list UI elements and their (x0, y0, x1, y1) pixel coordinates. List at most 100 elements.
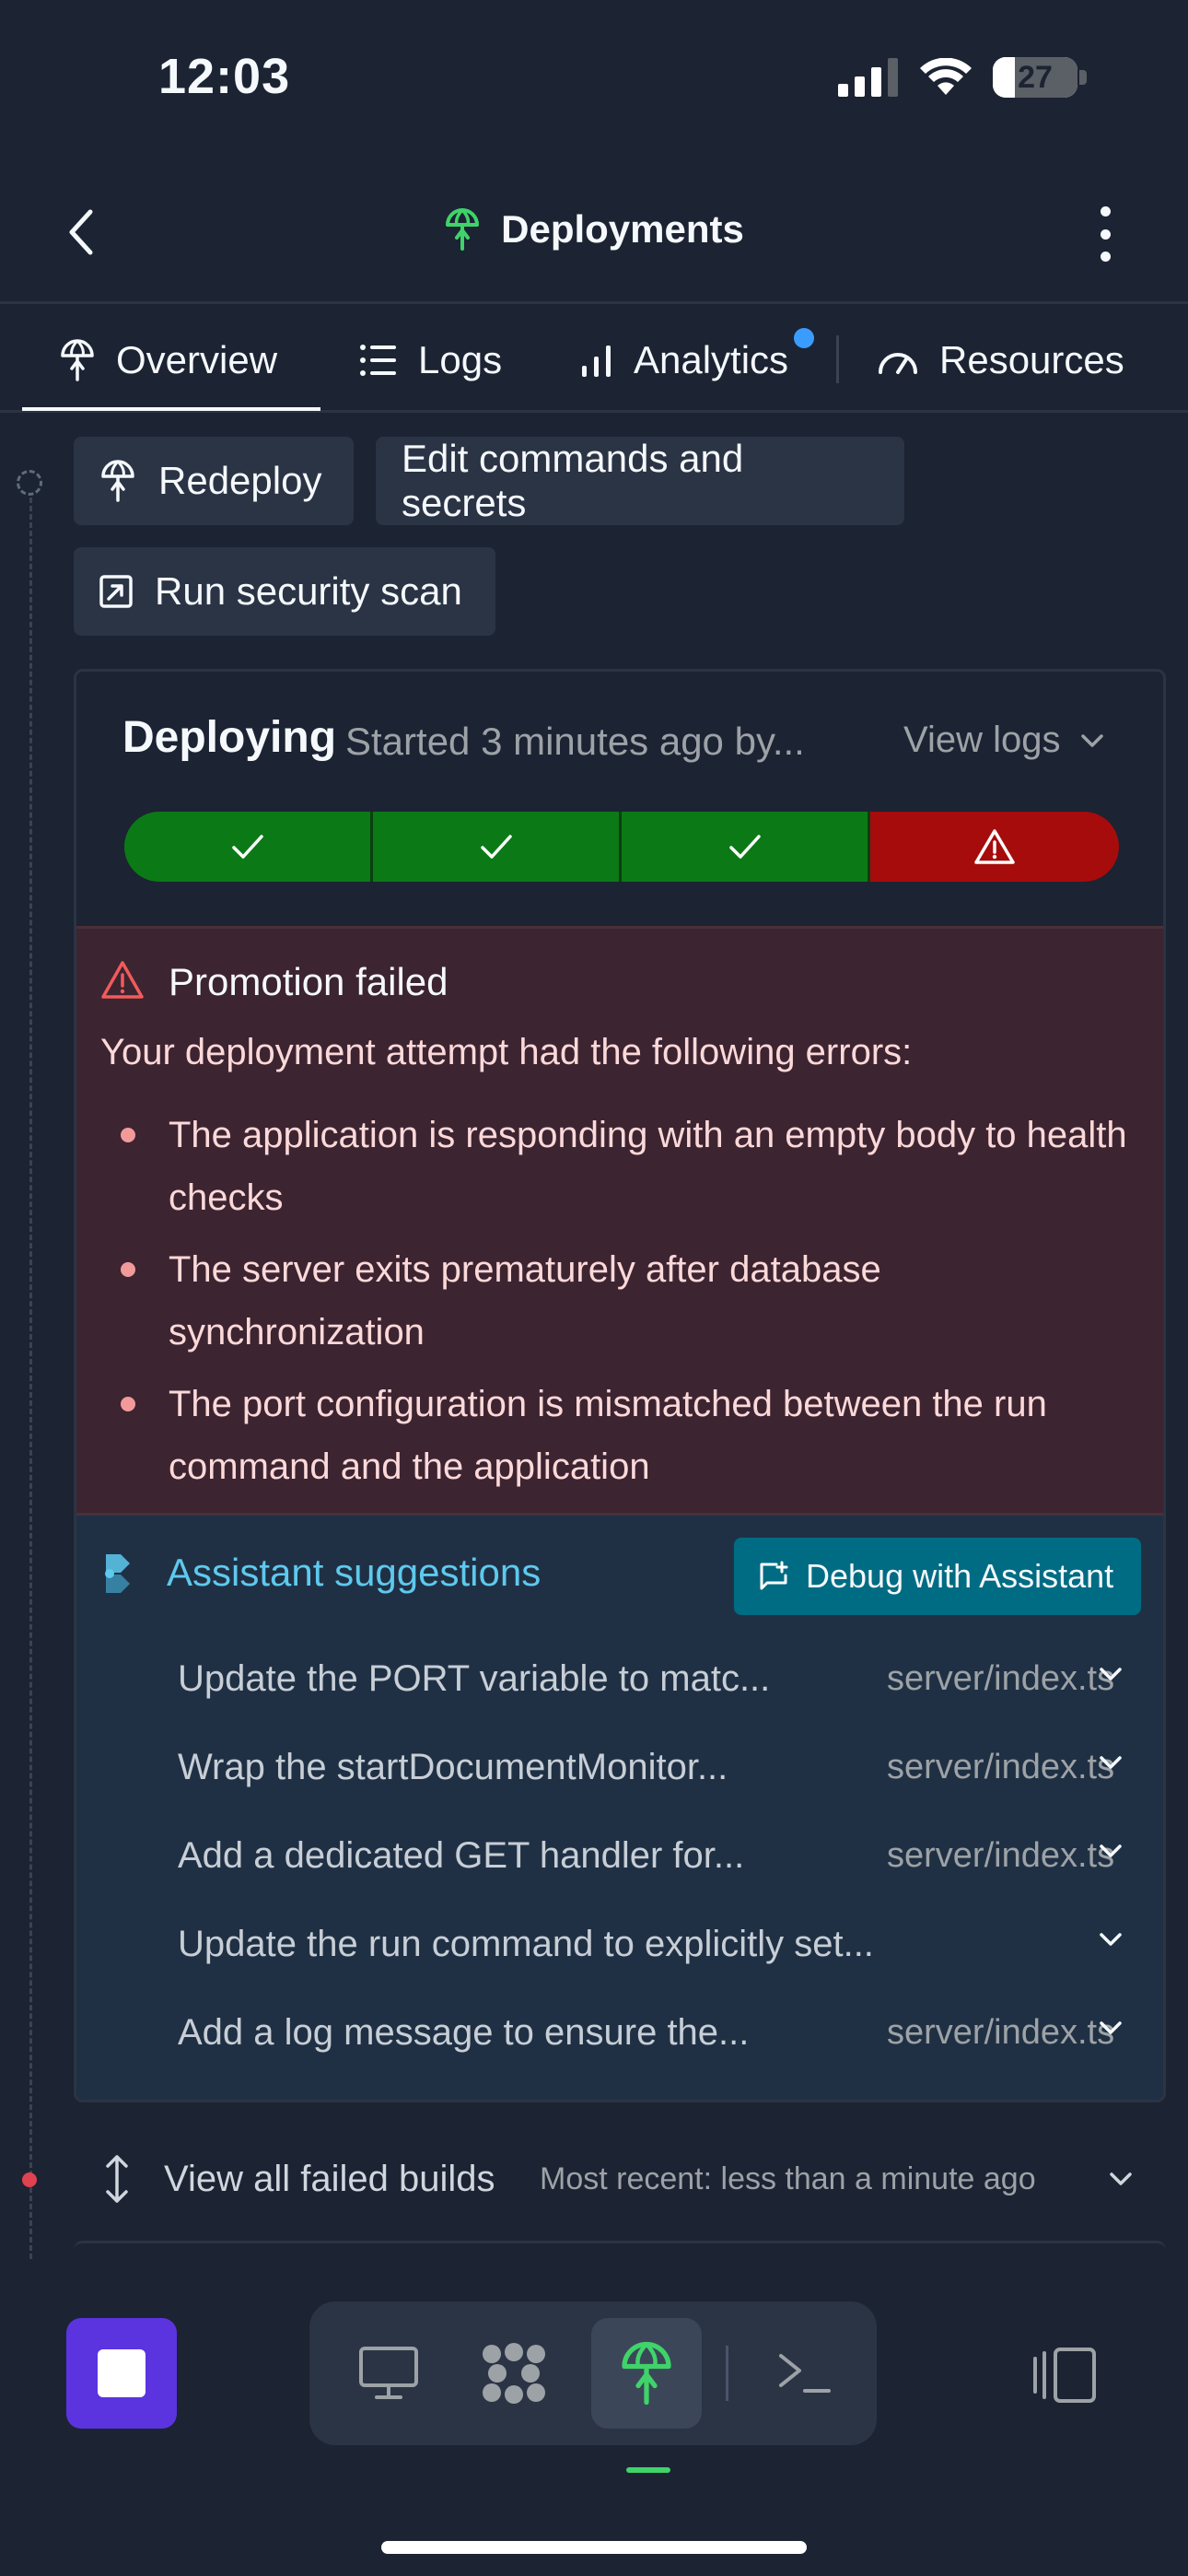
check-icon (728, 835, 761, 859)
chevron-down-icon (1110, 2172, 1132, 2185)
active-dock-indicator (626, 2467, 670, 2473)
monitor-icon (359, 2347, 418, 2399)
active-tab-indicator (22, 407, 320, 411)
deployments-icon (446, 208, 480, 251)
expand-vertical-icon (106, 2155, 128, 2203)
chevron-down-icon (1100, 2021, 1122, 2034)
security-scan-button[interactable]: Run security scan (74, 547, 495, 636)
suggestion-text: Wrap the startDocumentMonitor... (178, 1746, 728, 1787)
suggestion-text: Update the PORT variable to matc... (178, 1657, 771, 1699)
app-dock (309, 2301, 877, 2445)
chevron-down-icon (1081, 733, 1104, 747)
chevron-down-icon (1100, 1756, 1122, 1769)
suggestion-file: server/index.ts (887, 1747, 1115, 1786)
more-options-icon[interactable] (1092, 206, 1118, 262)
status-indicators: 27 (838, 57, 1087, 98)
suggestion-file: server/index.ts (887, 1835, 1115, 1875)
warning-icon (101, 961, 144, 999)
tab-analytics[interactable]: Analytics (580, 308, 788, 413)
cellular-signal-icon (838, 58, 898, 97)
wifi-icon (920, 58, 972, 95)
warning-icon (974, 829, 1015, 864)
redeploy-label: Redeploy (158, 459, 322, 502)
step-success (124, 812, 373, 882)
battery-icon: 27 (993, 57, 1087, 98)
dock-apps[interactable] (459, 2318, 569, 2429)
suggestion-file: server/index.ts (887, 2012, 1115, 2052)
suggestion-file: server/index.ts (887, 1658, 1115, 1698)
list-icon (360, 345, 396, 376)
security-scan-label: Run security scan (155, 569, 462, 613)
tab-analytics-label: Analytics (634, 338, 789, 381)
suggestion-item[interactable]: Add a dedicated GET handler for... serve… (178, 1814, 1122, 1897)
timeline-failed-dot (22, 2172, 37, 2187)
dock-deployments[interactable] (591, 2318, 702, 2429)
timeline-line (29, 481, 32, 2259)
check-icon (231, 835, 263, 859)
error-panel: Promotion failed Your deployment attempt… (76, 926, 1163, 1516)
debug-with-assistant-button[interactable]: Debug with Assistant (734, 1538, 1141, 1615)
view-logs-dropdown[interactable]: View logs (903, 720, 1104, 761)
tab-bar: Overview Logs Analytics Resources (0, 308, 1188, 413)
error-list: The application is responding with an em… (100, 1104, 1132, 1507)
deployment-header: Deploying Started 3 minutes ago by... Vi… (76, 672, 1163, 928)
deployments-icon (61, 339, 94, 381)
tab-resources-label: Resources (939, 338, 1124, 381)
status-time: 12:03 (158, 49, 291, 104)
assistant-icon (105, 1554, 130, 1593)
step-success (622, 812, 870, 882)
dock-shell[interactable] (750, 2318, 860, 2429)
failed-builds-row[interactable]: View all failed builds Most recent: less… (98, 2137, 1166, 2220)
chevron-down-icon (1100, 1668, 1122, 1680)
notification-badge (794, 328, 814, 348)
home-indicator (381, 2541, 807, 2554)
tab-logs[interactable]: Logs (359, 308, 502, 413)
assistant-title: Assistant suggestions (167, 1551, 542, 1594)
debug-button-label: Debug with Assistant (806, 1557, 1114, 1595)
error-title: Promotion failed (169, 960, 448, 1003)
suggestion-text: Add a dedicated GET handler for... (178, 1834, 745, 1876)
suggestion-text: Update the run command to explicitly set… (178, 1923, 874, 1964)
suggestion-item[interactable]: Wrap the startDocumentMonitor... server/… (178, 1726, 1122, 1809)
error-item: The application is responding with an em… (100, 1104, 1132, 1229)
tab-overview-label: Overview (116, 338, 278, 381)
edit-commands-label: Edit commands and secrets (402, 437, 744, 524)
suggestion-item[interactable]: Update the run command to explicitly set… (178, 1903, 1122, 1985)
edit-commands-button[interactable]: Edit commands and secrets (376, 437, 904, 525)
chat-plus-icon (760, 1561, 788, 1590)
apps-grid-icon (483, 2343, 545, 2404)
next-card-edge (74, 2241, 1166, 2259)
failed-builds-subtitle: Most recent: less than a minute ago (540, 2160, 1036, 2196)
tab-logs-label: Logs (418, 338, 503, 381)
view-logs-label: View logs (903, 720, 1061, 760)
suggestion-item[interactable]: Update the PORT variable to matc... serv… (178, 1637, 1122, 1720)
deployment-status: Deploying (122, 713, 337, 762)
assistant-panel: Assistant suggestions Debug with Assista… (76, 1516, 1163, 2100)
page-title-wrap: Deployments (0, 206, 1188, 252)
suggestion-item[interactable]: Add a log message to ensure the... serve… (178, 1991, 1122, 2074)
tab-resources[interactable]: Resources (877, 308, 1124, 413)
stop-icon (98, 2349, 146, 2397)
panels-icon[interactable] (1031, 2346, 1098, 2405)
check-icon (480, 835, 512, 859)
terminal-icon (779, 2354, 831, 2393)
deployments-icon (101, 460, 134, 502)
error-item: The port configuration is mismatched bet… (100, 1373, 1132, 1498)
error-intro: Your deployment attempt had the followin… (100, 1032, 913, 1072)
deployment-progress (124, 812, 1119, 882)
scan-icon (99, 575, 133, 608)
deployment-card: Deploying Started 3 minutes ago by... Vi… (74, 669, 1166, 2102)
dock-webview[interactable] (333, 2318, 444, 2429)
stop-button[interactable] (66, 2318, 177, 2429)
deployments-icon (622, 2341, 671, 2406)
tab-divider (836, 335, 839, 383)
tab-overview[interactable]: Overview (59, 308, 277, 413)
redeploy-button[interactable]: Redeploy (74, 437, 354, 525)
chevron-down-icon (1100, 1933, 1122, 1946)
gauge-icon (879, 353, 917, 374)
bar-chart-icon (582, 345, 611, 377)
page-title: Deployments (501, 207, 744, 251)
timeline-pending-dot (17, 470, 42, 496)
dock-divider (726, 2346, 728, 2401)
battery-level: 27 (1018, 59, 1053, 95)
